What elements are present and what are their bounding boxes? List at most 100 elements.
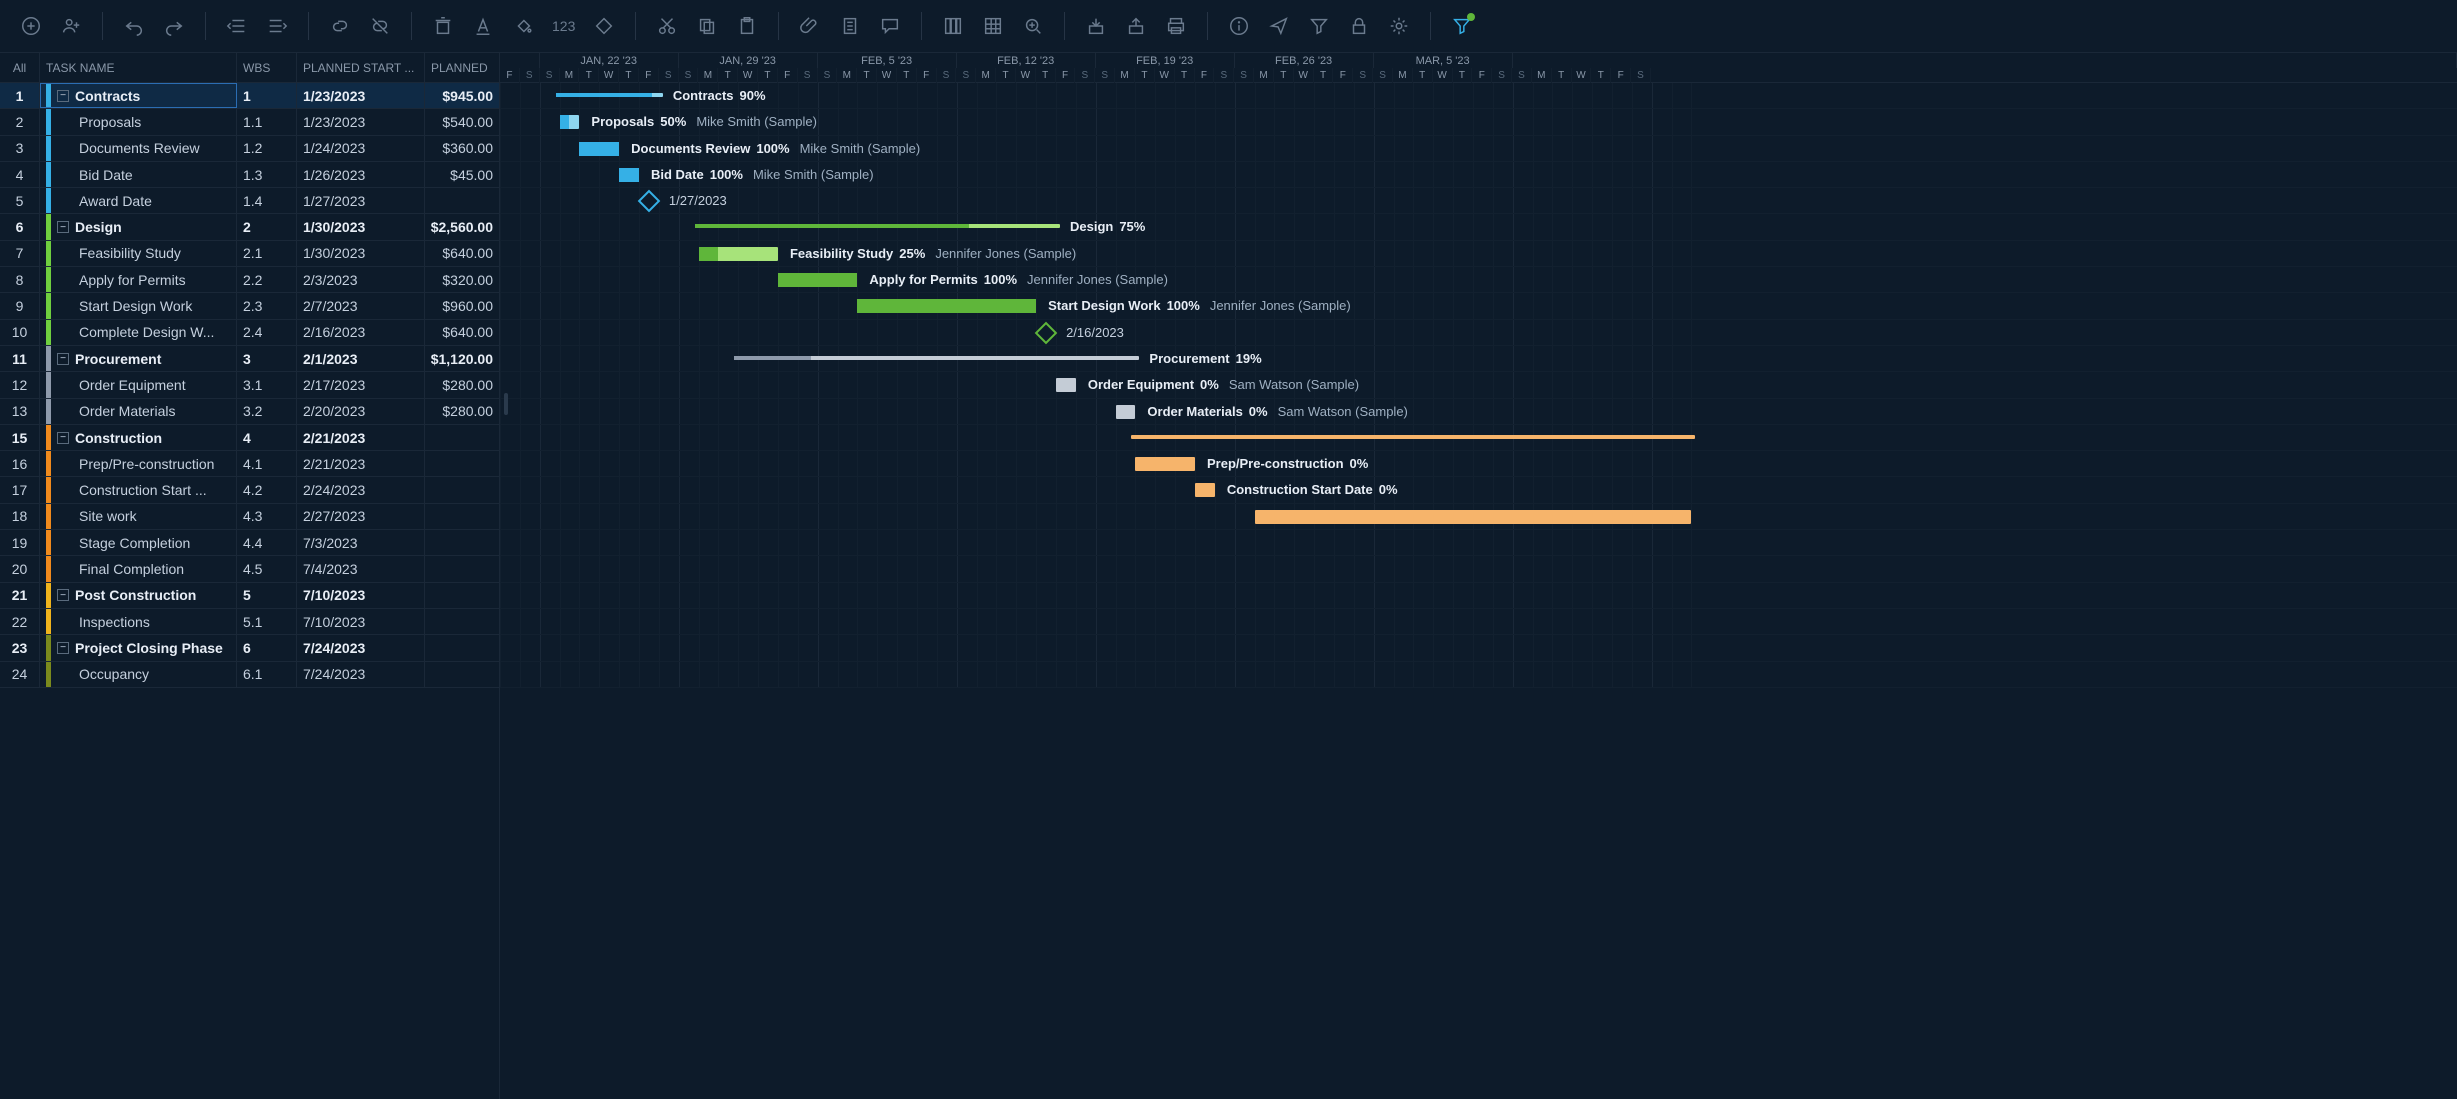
task-name-cell[interactable]: −Design bbox=[40, 214, 237, 239]
fill-icon[interactable] bbox=[508, 11, 538, 41]
summary-bar[interactable] bbox=[1131, 435, 1695, 439]
summary-bar[interactable] bbox=[734, 356, 1139, 360]
gantt-row[interactable]: Design75% bbox=[500, 214, 2457, 240]
gantt-row[interactable]: Apply for Permits100%Jennifer Jones (Sam… bbox=[500, 267, 2457, 293]
comment-icon[interactable] bbox=[875, 11, 905, 41]
table-row[interactable]: 20Final Completion4.57/4/2023 bbox=[0, 556, 499, 582]
info-icon[interactable] bbox=[1224, 11, 1254, 41]
gantt-row[interactable] bbox=[500, 609, 2457, 635]
lock-icon[interactable] bbox=[1344, 11, 1374, 41]
task-bar[interactable] bbox=[1135, 457, 1195, 471]
gantt-row[interactable]: Procurement19% bbox=[500, 346, 2457, 372]
table-row[interactable]: 24Occupancy6.17/24/2023 bbox=[0, 662, 499, 688]
table-row[interactable]: 8Apply for Permits2.22/3/2023$320.00 bbox=[0, 267, 499, 293]
task-bar[interactable] bbox=[560, 115, 580, 129]
notes-icon[interactable] bbox=[835, 11, 865, 41]
gantt-row[interactable] bbox=[500, 425, 2457, 451]
table-row[interactable]: 23−Project Closing Phase67/24/2023 bbox=[0, 635, 499, 661]
task-bar[interactable] bbox=[699, 247, 778, 261]
table-row[interactable]: 2Proposals1.11/23/2023$540.00 bbox=[0, 109, 499, 135]
task-name-cell[interactable]: Feasibility Study bbox=[40, 241, 237, 266]
milestone-marker[interactable] bbox=[1035, 321, 1058, 344]
collapse-icon[interactable]: − bbox=[57, 432, 69, 444]
gantt-row[interactable]: Feasibility Study25%Jennifer Jones (Samp… bbox=[500, 241, 2457, 267]
table-row[interactable]: 1−Contracts11/23/2023$945.00 bbox=[0, 83, 499, 109]
task-name-cell[interactable]: Award Date bbox=[40, 188, 237, 213]
collapse-icon[interactable]: − bbox=[57, 642, 69, 654]
add-person-icon[interactable] bbox=[56, 11, 86, 41]
outdent-icon[interactable] bbox=[222, 11, 252, 41]
table-row[interactable]: 19Stage Completion4.47/3/2023 bbox=[0, 530, 499, 556]
filter-active-icon[interactable] bbox=[1447, 11, 1477, 41]
indent-icon[interactable] bbox=[262, 11, 292, 41]
print-icon[interactable] bbox=[1161, 11, 1191, 41]
task-bar[interactable] bbox=[1056, 378, 1076, 392]
task-name-cell[interactable]: Site work bbox=[40, 504, 237, 529]
table-row[interactable]: 9Start Design Work2.32/7/2023$960.00 bbox=[0, 293, 499, 319]
gantt-row[interactable]: 1/27/2023 bbox=[500, 188, 2457, 214]
send-icon[interactable] bbox=[1264, 11, 1294, 41]
gantt-row[interactable] bbox=[500, 662, 2457, 688]
table-row[interactable]: 11−Procurement32/1/2023$1,120.00 bbox=[0, 346, 499, 372]
task-name-cell[interactable]: Final Completion bbox=[40, 556, 237, 581]
gantt-chart[interactable]: JAN, 22 '23JAN, 29 '23FEB, 5 '23FEB, 12 … bbox=[500, 53, 2457, 1099]
paste-icon[interactable] bbox=[732, 11, 762, 41]
gantt-row[interactable]: Contracts90% bbox=[500, 83, 2457, 109]
table-row[interactable]: 17Construction Start ...4.22/24/2023 bbox=[0, 477, 499, 503]
task-name-cell[interactable]: Occupancy bbox=[40, 662, 237, 687]
filter-icon[interactable] bbox=[1304, 11, 1334, 41]
undo-icon[interactable] bbox=[119, 11, 149, 41]
collapse-icon[interactable]: − bbox=[57, 353, 69, 365]
task-name-cell[interactable]: Proposals bbox=[40, 109, 237, 134]
table-row[interactable]: 21−Post Construction57/10/2023 bbox=[0, 583, 499, 609]
font-icon[interactable] bbox=[468, 11, 498, 41]
unlink-icon[interactable] bbox=[365, 11, 395, 41]
columns-icon[interactable] bbox=[938, 11, 968, 41]
header-all[interactable]: All bbox=[0, 53, 40, 82]
table-row[interactable]: 3Documents Review1.21/24/2023$360.00 bbox=[0, 136, 499, 162]
gantt-row[interactable]: Bid Date100%Mike Smith (Sample) bbox=[500, 162, 2457, 188]
task-bar[interactable] bbox=[619, 168, 639, 182]
task-name-cell[interactable]: −Contracts bbox=[40, 83, 237, 108]
delete-icon[interactable] bbox=[428, 11, 458, 41]
cut-icon[interactable] bbox=[652, 11, 682, 41]
gantt-row[interactable]: Order Materials0%Sam Watson (Sample) bbox=[500, 399, 2457, 425]
summary-bar[interactable] bbox=[695, 224, 1060, 228]
grid-icon[interactable] bbox=[978, 11, 1008, 41]
task-bar[interactable] bbox=[579, 142, 619, 156]
task-name-cell[interactable]: Apply for Permits bbox=[40, 267, 237, 292]
header-planned-start[interactable]: PLANNED START ... bbox=[297, 53, 425, 82]
gantt-row[interactable]: Start Design Work100%Jennifer Jones (Sam… bbox=[500, 293, 2457, 319]
table-row[interactable]: 15−Construction42/21/2023 bbox=[0, 425, 499, 451]
task-bar[interactable] bbox=[1195, 483, 1215, 497]
splitter[interactable] bbox=[500, 53, 508, 1099]
task-name-cell[interactable]: Documents Review bbox=[40, 136, 237, 161]
header-task-name[interactable]: TASK NAME bbox=[40, 53, 237, 82]
import-icon[interactable] bbox=[1081, 11, 1111, 41]
gantt-row[interactable]: Prep/Pre-construction0% bbox=[500, 451, 2457, 477]
gantt-row[interactable]: Order Equipment0%Sam Watson (Sample) bbox=[500, 372, 2457, 398]
task-name-cell[interactable]: Start Design Work bbox=[40, 293, 237, 318]
gantt-row[interactable]: Documents Review100%Mike Smith (Sample) bbox=[500, 136, 2457, 162]
task-bar[interactable] bbox=[1255, 510, 1692, 524]
task-name-cell[interactable]: Order Equipment bbox=[40, 372, 237, 397]
header-wbs[interactable]: WBS bbox=[237, 53, 297, 82]
task-name-cell[interactable]: −Procurement bbox=[40, 346, 237, 371]
add-task-icon[interactable] bbox=[16, 11, 46, 41]
task-bar[interactable] bbox=[857, 299, 1036, 313]
task-name-cell[interactable]: Stage Completion bbox=[40, 530, 237, 555]
collapse-icon[interactable]: − bbox=[57, 90, 69, 102]
gantt-row[interactable]: Proposals50%Mike Smith (Sample) bbox=[500, 109, 2457, 135]
table-row[interactable]: 12Order Equipment3.12/17/2023$280.00 bbox=[0, 372, 499, 398]
table-row[interactable]: 13Order Materials3.22/20/2023$280.00 bbox=[0, 399, 499, 425]
task-name-cell[interactable]: Bid Date bbox=[40, 162, 237, 187]
link-icon[interactable] bbox=[325, 11, 355, 41]
milestone-icon[interactable] bbox=[589, 11, 619, 41]
export-icon[interactable] bbox=[1121, 11, 1151, 41]
redo-icon[interactable] bbox=[159, 11, 189, 41]
gantt-row[interactable] bbox=[500, 635, 2457, 661]
milestone-marker[interactable] bbox=[638, 190, 661, 213]
gantt-row[interactable] bbox=[500, 556, 2457, 582]
settings-icon[interactable] bbox=[1384, 11, 1414, 41]
gantt-row[interactable] bbox=[500, 504, 2457, 530]
